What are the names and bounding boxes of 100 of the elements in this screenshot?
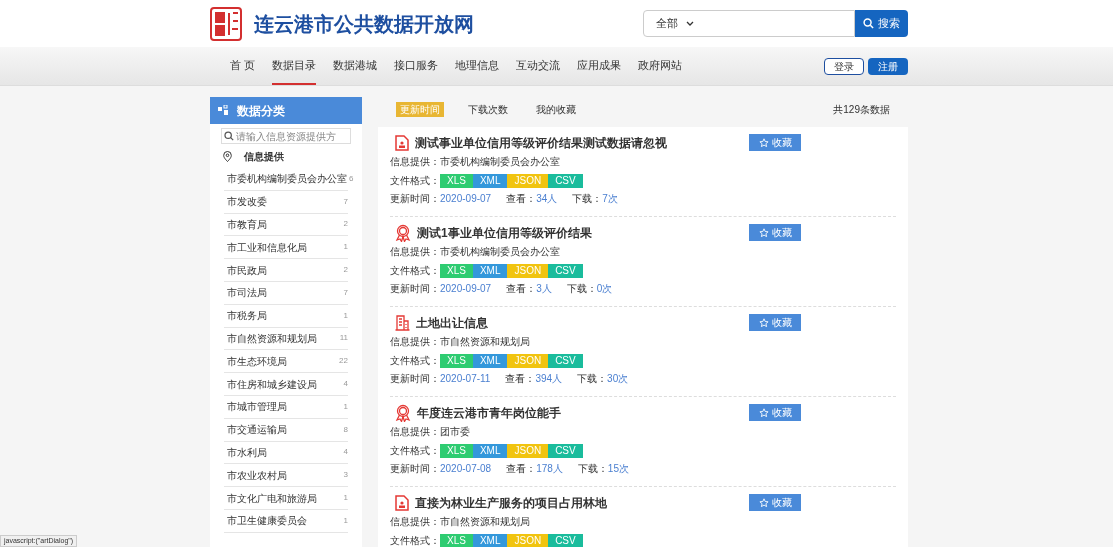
provider-item[interactable]: 市交通运输局 8 xyxy=(224,418,348,442)
dataset-title[interactable]: 测试事业单位信用等级评价结果测试数据请忽视 xyxy=(415,134,667,152)
provider-name: 市交通运输局 xyxy=(227,423,287,438)
provider-count: 1 xyxy=(343,514,348,527)
provider-name: 市工业和信息化局 xyxy=(227,240,307,255)
sort-tab[interactable]: 下载次数 xyxy=(464,101,512,117)
provider-count: 6 xyxy=(349,172,354,185)
sidebar-title: 数据分类 xyxy=(237,102,285,120)
star-icon xyxy=(758,137,769,148)
provider-item[interactable]: 市城市管理局 1 xyxy=(224,395,348,419)
star-icon xyxy=(758,227,769,238)
downloads-label: 下载： xyxy=(566,282,597,296)
favorite-button[interactable]: 收藏 xyxy=(749,494,801,511)
provider-item[interactable]: 市自然资源和规划局 11 xyxy=(224,327,348,351)
views-count: 178人 xyxy=(536,462,563,476)
provider-item[interactable]: 市卫生健康委员会 1 xyxy=(224,509,348,533)
downloads-count: 7次 xyxy=(602,192,618,206)
favorite-button[interactable]: 收藏 xyxy=(749,224,801,241)
dataset-title[interactable]: 年度连云港市青年岗位能手 xyxy=(417,404,561,422)
provider-item[interactable]: 市教育局 2 xyxy=(224,213,348,237)
favorite-button[interactable]: 收藏 xyxy=(749,404,801,421)
search-field[interactable]: 全部 xyxy=(643,10,855,37)
nav-link[interactable]: 地理信息 xyxy=(455,47,500,85)
downloads-label: 下载： xyxy=(577,462,608,476)
provider-item[interactable]: 市税务局 1 xyxy=(224,304,348,328)
provider-value: 市自然资源和规划局 xyxy=(440,515,530,529)
downloads-count: 15次 xyxy=(607,462,629,476)
dataset-title[interactable]: 土地出让信息 xyxy=(416,314,488,332)
provider-label: 信息提供： xyxy=(390,425,440,439)
location-pin-icon xyxy=(223,151,232,162)
nav-link[interactable]: 政府网站 xyxy=(638,47,683,85)
scope-select[interactable]: 全部 xyxy=(656,15,694,32)
downloads-label: 下载： xyxy=(577,372,608,386)
provider-count: 4 xyxy=(343,446,348,459)
provider-search-field[interactable]: 请输入信息资源提供方 xyxy=(221,128,351,144)
provider-count: 4 xyxy=(343,378,348,391)
chevron-down-icon xyxy=(686,20,694,27)
nav-link[interactable]: 首 页 xyxy=(230,47,256,85)
downloads-label: 下载： xyxy=(572,192,603,206)
provider-item[interactable]: 市生态环境局 22 xyxy=(224,350,348,374)
provider-name: 市委机构编制委员会办公室 xyxy=(227,172,347,187)
provider-count: 1 xyxy=(343,241,348,254)
provider-name: 市文化广电和旅游局 xyxy=(227,491,317,506)
register-button[interactable]: 注册 xyxy=(868,57,908,75)
views-count: 34人 xyxy=(536,192,558,206)
format-label: 文件格式： xyxy=(390,534,440,547)
provider-item[interactable]: 市工业和信息化局 1 xyxy=(224,236,348,260)
provider-item[interactable]: 市农业农村局 3 xyxy=(224,464,348,488)
login-button[interactable]: 登录 xyxy=(824,57,864,75)
provider-item[interactable]: 市民政局 2 xyxy=(224,259,348,282)
nav-link[interactable]: 数据目录 xyxy=(272,47,317,85)
nav-link[interactable]: 接口服务 xyxy=(394,47,439,85)
provider-item[interactable]: 市住房和城乡建设局 4 xyxy=(224,373,348,396)
provider-label: 信息提供： xyxy=(390,155,440,169)
nav-link[interactable]: 应用成果 xyxy=(577,47,622,85)
views-label: 查看： xyxy=(506,282,537,296)
provider-name: 市城市管理局 xyxy=(227,400,287,415)
provider-name: 市教育局 xyxy=(227,218,267,232)
provider-name: 市司法局 xyxy=(227,286,267,301)
provider-count: 1 xyxy=(343,400,348,413)
sort-tab[interactable]: 我的收藏 xyxy=(532,101,580,117)
updated-date: 2020-09-07 xyxy=(440,192,492,206)
format-label: 文件格式： xyxy=(390,444,440,458)
star-icon xyxy=(758,317,769,328)
views-count: 3人 xyxy=(536,282,552,296)
star-icon xyxy=(758,407,769,418)
provider-count: 1 xyxy=(343,492,348,505)
provider-item[interactable]: 市文化广电和旅游局 1 xyxy=(224,487,348,510)
provider-value: 市自然资源和规划局 xyxy=(440,335,530,349)
dataset-title[interactable]: 测试1事业单位信用等级评价结果 xyxy=(417,224,592,242)
provider-name: 市税务局 xyxy=(227,309,267,324)
nav-link[interactable]: 数据港城 xyxy=(333,47,378,85)
provider-item[interactable]: 市发改委 7 xyxy=(224,190,348,214)
views-label: 查看： xyxy=(506,462,537,476)
updated-label: 更新时间： xyxy=(390,462,440,476)
favorite-button[interactable]: 收藏 xyxy=(749,134,801,151)
provider-label: 信息提供： xyxy=(390,515,440,529)
favorite-button[interactable]: 收藏 xyxy=(749,314,801,331)
provider-count: 22 xyxy=(339,355,348,368)
provider-count: 2 xyxy=(343,218,348,231)
provider-label: 信息提供： xyxy=(390,335,440,349)
award-ribbon-icon xyxy=(395,404,411,422)
star-icon xyxy=(758,497,769,508)
document-icon xyxy=(395,135,409,151)
provider-count: 7 xyxy=(343,195,348,208)
search-button[interactable]: 搜索 xyxy=(855,10,908,37)
updated-date: 2020-07-08 xyxy=(440,462,492,476)
seal-logo[interactable] xyxy=(210,6,242,41)
provider-count: 7 xyxy=(343,286,348,299)
provider-item[interactable]: 市司法局 7 xyxy=(224,282,348,305)
search-icon xyxy=(224,131,234,141)
updated-label: 更新时间： xyxy=(390,282,440,296)
category-icon xyxy=(218,105,229,116)
building-icon xyxy=(395,315,410,331)
provider-item[interactable]: 市水利局 4 xyxy=(224,441,348,465)
views-label: 查看： xyxy=(506,192,537,206)
provider-name: 市生态环境局 xyxy=(227,354,287,369)
dataset-title[interactable]: 直接为林业生产服务的项目占用林地 xyxy=(415,494,607,512)
document-icon xyxy=(395,495,409,511)
nav-link[interactable]: 互动交流 xyxy=(516,47,561,85)
